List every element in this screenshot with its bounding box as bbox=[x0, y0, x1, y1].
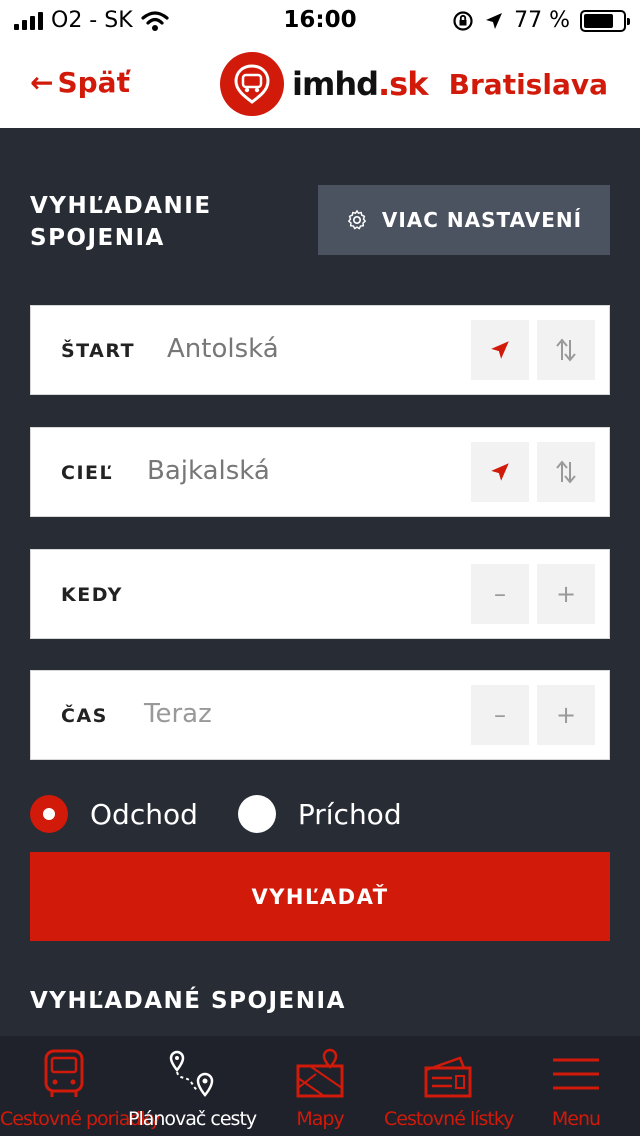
start-field[interactable]: ŠTART Antolská bbox=[30, 305, 610, 395]
rotation-lock-icon bbox=[453, 10, 473, 31]
swap-arrows-icon bbox=[556, 338, 576, 362]
destination-locate-button[interactable] bbox=[471, 442, 529, 502]
map-icon bbox=[296, 1048, 344, 1098]
more-settings-label: VIAC NASTAVENÍ bbox=[381, 208, 583, 232]
tab-label: Cestovné poriadky bbox=[0, 1108, 161, 1130]
back-label: Späť bbox=[57, 66, 130, 99]
location-arrow-icon bbox=[491, 341, 509, 359]
search-button[interactable]: VYHĽADAŤ bbox=[30, 852, 610, 941]
search-title-line2: SPOJENIA bbox=[30, 225, 165, 251]
logo-main: imhd bbox=[292, 65, 379, 103]
nav-header: ← Späť imhd.sk Bratislava bbox=[0, 40, 640, 128]
ticket-icon bbox=[424, 1056, 472, 1098]
time-minus-button[interactable]: – bbox=[471, 685, 529, 745]
date-label: KEDY bbox=[61, 584, 123, 606]
battery-percent: 77 % bbox=[514, 8, 570, 33]
arrival-radio[interactable] bbox=[237, 795, 276, 833]
tab-label: Mapy bbox=[296, 1108, 344, 1130]
status-bar: O2 - SK 16:00 77 % bbox=[0, 0, 640, 40]
destination-label: CIEĽ bbox=[61, 462, 114, 484]
logo-dot: .sk bbox=[378, 65, 428, 103]
date-field[interactable]: KEDY – + bbox=[30, 549, 610, 639]
status-right: 77 % bbox=[452, 8, 630, 33]
location-arrow-icon bbox=[486, 12, 503, 29]
tab-label: Menu bbox=[551, 1108, 601, 1130]
battery-icon bbox=[580, 9, 630, 32]
tab-timetables[interactable]: Cestovné poriadky bbox=[0, 1036, 161, 1136]
start-locate-button[interactable] bbox=[471, 320, 529, 380]
logo-bus-icon bbox=[220, 52, 284, 116]
tab-bar: Cestovné poriadky Plánovač cesty Mapy Ce… bbox=[0, 1036, 640, 1136]
more-settings-button[interactable]: VIAC NASTAVENÍ bbox=[318, 185, 610, 255]
back-button[interactable]: ← Späť bbox=[30, 66, 130, 99]
swap-button[interactable] bbox=[537, 320, 595, 380]
departure-arrival-toggle: Odchod Príchod bbox=[30, 795, 402, 833]
arrow-left-icon: ← bbox=[30, 66, 54, 99]
location-arrow-icon bbox=[491, 463, 509, 481]
tab-maps[interactable]: Mapy bbox=[256, 1036, 384, 1136]
search-title: VYHĽADANIE SPOJENIA bbox=[30, 190, 212, 254]
time-input[interactable]: Teraz bbox=[144, 699, 212, 729]
menu-icon bbox=[553, 1058, 599, 1090]
logo-text: imhd.sk bbox=[292, 65, 428, 103]
departure-label[interactable]: Odchod bbox=[90, 798, 198, 831]
start-input[interactable]: Antolská bbox=[167, 334, 279, 364]
tab-route-planner[interactable]: Plánovač cesty bbox=[128, 1036, 257, 1136]
tab-tickets[interactable]: Cestovné lístky bbox=[384, 1036, 514, 1136]
bus-icon bbox=[44, 1049, 84, 1097]
tab-label: Cestovné lístky bbox=[384, 1108, 514, 1130]
swap-button[interactable] bbox=[537, 442, 595, 502]
gear-icon bbox=[347, 210, 366, 230]
results-title: VYHĽADANÉ SPOJENIA bbox=[30, 988, 346, 1014]
destination-input[interactable]: Bajkalská bbox=[147, 456, 270, 486]
time-label: ČAS bbox=[61, 705, 108, 727]
route-icon bbox=[169, 1050, 214, 1097]
tab-menu[interactable]: Menu bbox=[512, 1036, 640, 1136]
city-selector[interactable]: Bratislava bbox=[449, 68, 608, 101]
search-title-line1: VYHĽADANIE bbox=[30, 193, 212, 219]
arrival-label[interactable]: Príchod bbox=[298, 798, 402, 831]
date-minus-button[interactable]: – bbox=[471, 564, 529, 624]
tab-label: Plánovač cesty bbox=[128, 1108, 257, 1130]
time-field[interactable]: ČAS Teraz – + bbox=[30, 670, 610, 760]
destination-field[interactable]: CIEĽ Bajkalská bbox=[30, 427, 610, 517]
logo: imhd.sk bbox=[220, 52, 428, 116]
start-label: ŠTART bbox=[61, 340, 136, 362]
time-plus-button[interactable]: + bbox=[537, 685, 595, 745]
departure-radio[interactable] bbox=[30, 795, 68, 833]
date-plus-button[interactable]: + bbox=[537, 564, 595, 624]
swap-arrows-icon bbox=[556, 460, 576, 484]
